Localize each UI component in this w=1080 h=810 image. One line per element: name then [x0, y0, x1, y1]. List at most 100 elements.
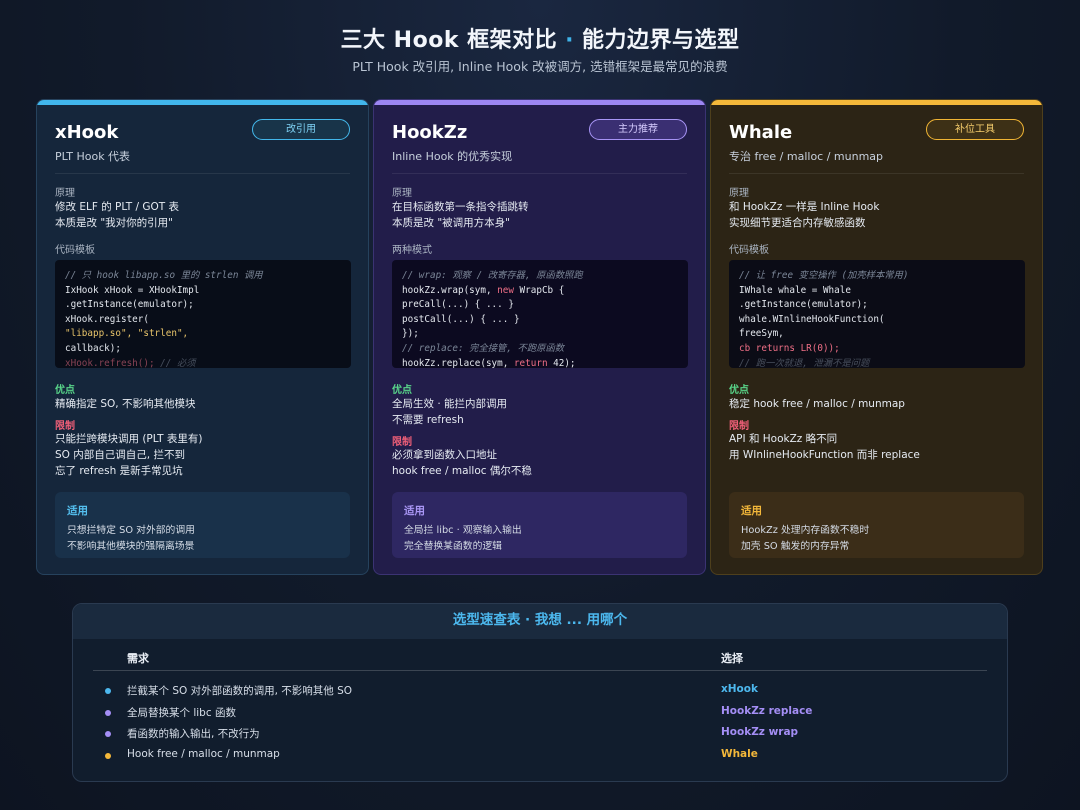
pros-label: 优点: [55, 385, 75, 396]
card-xhook: xHook PLT Hook 代表 改引用 原理 修改 ELF 的 PLT / …: [36, 99, 369, 575]
code-line: xHook.refresh();: [65, 357, 155, 368]
pros-text: 全局生效 · 能拦内部调用 不需要 refresh: [392, 398, 508, 426]
card-accent-bar: [37, 100, 368, 105]
code-comment: // 必须: [154, 357, 196, 368]
card-divider: [392, 173, 687, 174]
row-need: 看函数的输入输出, 不改行为: [127, 728, 260, 740]
card-divider: [729, 173, 1024, 174]
cons-label: 限制: [392, 437, 412, 448]
fit-text: 全局拦 libc · 观察输入输出 完全替换某函数的逻辑: [404, 525, 522, 552]
fit-label: 适用: [67, 505, 88, 517]
fit-text: HookZz 处理内存函数不稳时 加壳 SO 触发的内存异常: [741, 525, 870, 552]
cons-label: 限制: [55, 421, 75, 432]
code-line: preCall(...) { ... }: [402, 299, 514, 311]
row-need: 全局替换某个 libc 函数: [127, 707, 236, 719]
code-block: // 让 free 变空操作 (加壳样本常用) IWhale whale = W…: [729, 260, 1025, 368]
principle-text: 和 HookZz 一样是 Inline Hook 实现细节更适合内存敏感函数: [729, 201, 880, 229]
page-title: 三大 Hook 框架对比 · 能力边界与选型: [0, 22, 1080, 54]
card-subtitle: 专治 free / malloc / munmap: [729, 150, 884, 163]
row-need: 拦截某个 SO 对外部函数的调用, 不影响其他 SO: [127, 685, 353, 697]
principle-label: 原理: [392, 188, 412, 199]
code-line: xHook.register(: [65, 313, 149, 325]
fit-text: 只想拦特定 SO 对外部的调用 不影响其他模块的强隔离场景: [67, 525, 195, 552]
code-label: 两种模式: [392, 245, 432, 256]
code-string: "libapp.so", "strlen",: [65, 328, 189, 340]
row-choice: xHook: [721, 683, 758, 695]
code-line: freeSym,: [739, 328, 784, 340]
row-bullet: [105, 731, 111, 737]
card-subtitle: PLT Hook 代表: [55, 150, 131, 163]
card-accent-bar: [374, 100, 705, 105]
card-badge: 补位工具: [926, 119, 1024, 140]
code-label: 代码模板: [55, 245, 95, 256]
code-comment: // 只 hook libapp.so 里的 strlen 调用: [65, 270, 263, 281]
table-title: 选型速查表 · 我想 ... 用哪个: [452, 612, 628, 628]
code-line: });: [402, 328, 419, 340]
fit-label: 适用: [404, 505, 425, 517]
fit-label: 适用: [741, 505, 762, 517]
code-line: whale.WInlineHookFunction(: [739, 313, 885, 325]
code-label: 代码模板: [729, 245, 769, 256]
card-badge: 主力推荐: [589, 119, 687, 140]
page-subtitle: PLT Hook 改引用, Inline Hook 改被调方, 选错框架是最常见…: [352, 59, 728, 74]
row-choice: HookZz replace: [721, 705, 813, 717]
code-block: // 只 hook libapp.so 里的 strlen 调用 IxHook …: [55, 260, 351, 368]
pros-label: 优点: [729, 385, 749, 396]
code-keyword: new: [497, 284, 514, 296]
title-dot: ·: [565, 28, 574, 53]
code-comment: // 跑一次就退, 泄漏不是问题: [739, 357, 870, 368]
principle-label: 原理: [55, 188, 75, 199]
card-whale: Whale 专治 free / malloc / munmap 补位工具 原理 …: [710, 99, 1043, 575]
cons-text: 只能拦跨模块调用 (PLT 表里有) SO 内部自己调自己, 拦不到 忘了 re…: [55, 433, 203, 477]
table-row: 看函数的输入输出, 不改行为 HookZz wrap: [73, 724, 1007, 745]
cons-label: 限制: [729, 421, 749, 432]
card-title: xHook: [55, 122, 119, 143]
quick-selection-table: 选型速查表 · 我想 ... 用哪个 需求 选择 拦截某个 SO 对外部函数的调…: [72, 603, 1008, 782]
code-line: 42);: [547, 357, 576, 368]
code-keyword: return: [513, 357, 548, 368]
table-row: Hook free / malloc / munmap Whale: [73, 746, 1007, 767]
column-header-choice: 选择: [721, 652, 743, 665]
code-line: hookZz.wrap(sym,: [402, 284, 498, 296]
table-header-divider: [93, 670, 987, 671]
card-title: Whale: [729, 122, 793, 143]
principle-text: 修改 ELF 的 PLT / GOT 表 本质是改 "我对你的引用": [55, 201, 180, 229]
cons-text: 必须拿到函数入口地址 hook free / malloc 偶尔不稳: [392, 449, 532, 477]
code-line: .getInstance(emulator);: [65, 299, 194, 311]
principle-label: 原理: [729, 188, 749, 199]
code-comment: // 让 free 变空操作 (加壳样本常用): [739, 270, 909, 281]
code-line: .getInstance(emulator);: [739, 299, 868, 311]
code-block: // wrap: 观察 / 改寄存器, 原函数照跑 hookZz.wrap(sy…: [392, 260, 688, 368]
row-bullet: [105, 753, 111, 759]
table-row: 全局替换某个 libc 函数 HookZz replace: [73, 703, 1007, 724]
row-need: Hook free / malloc / munmap: [127, 748, 280, 760]
cons-text: API 和 HookZz 略不同 用 WInlineHookFunction 而…: [729, 433, 920, 461]
card-divider: [55, 173, 350, 174]
code-line: cb returns LR(0));: [739, 342, 840, 354]
row-choice: Whale: [721, 748, 758, 760]
card-accent-bar: [711, 100, 1042, 105]
card-subtitle: Inline Hook 的优秀实现: [392, 150, 513, 163]
title-tail: 能力边界与选型: [581, 28, 740, 53]
pros-text: 稳定 hook free / malloc / munmap: [729, 398, 905, 410]
row-choice: HookZz wrap: [721, 726, 799, 738]
code-line: IWhale whale = Whale: [739, 284, 851, 296]
code-line: hookZz.replace(sym,: [402, 357, 514, 368]
code-line: WrapCb {: [513, 284, 565, 296]
pros-label: 优点: [392, 385, 412, 396]
code-comment: // wrap: 观察 / 改寄存器, 原函数照跑: [402, 270, 583, 281]
card-badge: 改引用: [252, 119, 350, 140]
principle-text: 在目标函数第一条指令插跳转 本质是改 "被调用方本身": [392, 201, 529, 229]
row-bullet: [105, 710, 111, 716]
row-bullet: [105, 688, 111, 694]
fit-box: 适用 全局拦 libc · 观察输入输出 完全替换某函数的逻辑: [392, 492, 687, 558]
table-row: 拦截某个 SO 对外部函数的调用, 不影响其他 SO xHook: [73, 681, 1007, 702]
card-hookzz: HookZz Inline Hook 的优秀实现 主力推荐 原理 在目标函数第一…: [373, 99, 706, 575]
column-header-need: 需求: [127, 652, 149, 665]
code-line: IxHook xHook = XHookImpl: [65, 284, 200, 296]
code-line: postCall(...) { ... }: [402, 313, 520, 325]
fit-box: 适用 只想拦特定 SO 对外部的调用 不影响其他模块的强隔离场景: [55, 492, 350, 558]
card-title: HookZz: [392, 122, 468, 143]
pros-text: 精确指定 SO, 不影响其他模块: [55, 398, 196, 410]
fit-box: 适用 HookZz 处理内存函数不稳时 加壳 SO 触发的内存异常: [729, 492, 1024, 558]
